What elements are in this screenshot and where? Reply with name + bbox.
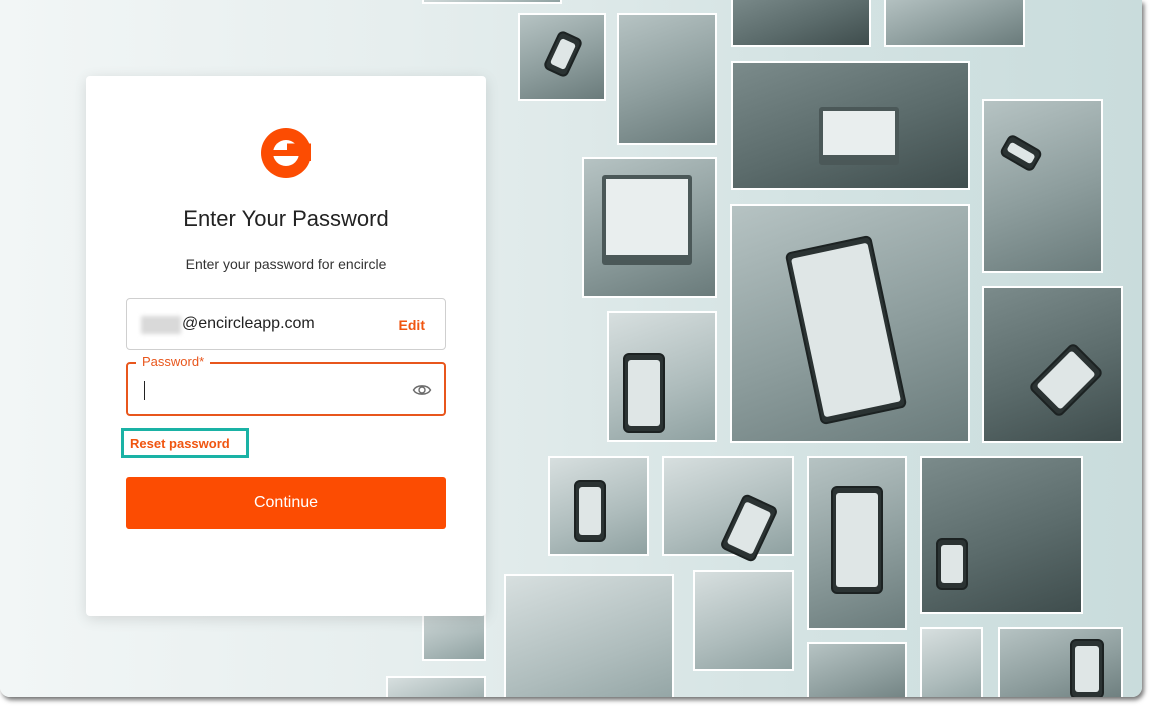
collage-photo xyxy=(504,574,674,697)
page-title: Enter Your Password xyxy=(183,206,389,231)
encircle-logo-icon xyxy=(261,128,311,178)
phone-illustration xyxy=(998,133,1044,173)
password-field[interactable]: Password* xyxy=(126,354,446,416)
collage-photo xyxy=(982,99,1103,273)
phone-illustration xyxy=(936,538,968,590)
phone-illustration xyxy=(542,29,584,79)
reset-password-link[interactable]: Reset password xyxy=(130,436,230,451)
page-subtitle: Enter your password for encircle xyxy=(185,256,387,272)
page-frame: Enter Your Password Enter your password … xyxy=(0,0,1142,697)
collage-photo xyxy=(920,627,983,697)
laptop-illustration xyxy=(819,107,899,165)
collage-photo xyxy=(982,286,1123,443)
collage-photo xyxy=(617,13,717,145)
continue-button[interactable]: Continue xyxy=(126,477,446,529)
phone-illustration xyxy=(831,486,883,594)
password-label: Password* xyxy=(136,354,211,369)
collage-photo xyxy=(884,0,1025,47)
text-cursor xyxy=(144,381,145,400)
collage-photo xyxy=(422,0,562,4)
collage-photo xyxy=(386,676,486,697)
collage-photo xyxy=(998,627,1123,697)
phone-illustration xyxy=(1070,639,1104,697)
collage-photo xyxy=(548,456,649,556)
phone-illustration xyxy=(719,492,779,564)
phone-illustration xyxy=(574,480,606,542)
edit-email-link[interactable]: Edit xyxy=(399,317,425,333)
email-redacted-part xyxy=(141,316,181,334)
email-display-field: @encircleapp.com Edit xyxy=(126,298,446,350)
collage-photo xyxy=(807,642,907,697)
collage-photo xyxy=(920,456,1083,614)
collage-photo xyxy=(731,0,871,47)
phone-illustration xyxy=(784,234,908,426)
collage-photo xyxy=(807,456,907,630)
collage-photo xyxy=(582,157,717,298)
phone-illustration xyxy=(623,353,665,433)
eye-icon[interactable] xyxy=(412,380,432,400)
collage-photo xyxy=(662,456,794,564)
collage-photo xyxy=(518,13,606,101)
phone-illustration xyxy=(1027,341,1105,419)
collage-photo xyxy=(607,311,717,442)
laptop-illustration xyxy=(602,175,692,265)
email-value: @encircleapp.com xyxy=(182,315,315,332)
collage-photo xyxy=(731,61,970,190)
login-card: Enter Your Password Enter your password … xyxy=(86,76,486,616)
collage-photo xyxy=(730,204,970,443)
collage-photo xyxy=(693,570,794,671)
